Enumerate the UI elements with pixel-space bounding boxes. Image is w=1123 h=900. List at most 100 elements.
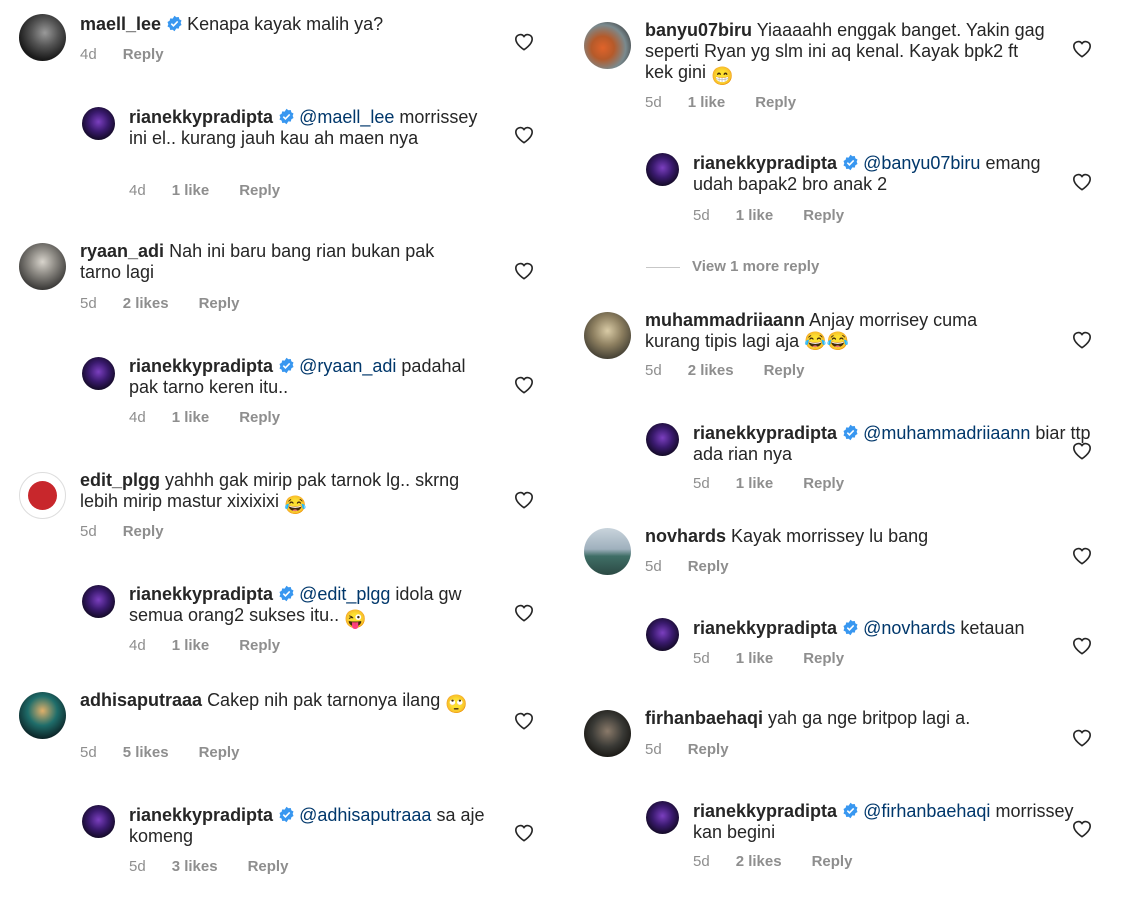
heart-outline-icon[interactable] — [513, 374, 535, 394]
username[interactable]: firhanbaehaqi — [645, 708, 763, 728]
heart-outline-icon[interactable] — [513, 124, 535, 144]
avatar[interactable] — [646, 801, 679, 834]
heart-outline-icon[interactable] — [513, 602, 535, 622]
heart-outline-icon[interactable] — [513, 822, 535, 842]
reply-button[interactable]: Reply — [812, 853, 853, 870]
heart-outline-icon[interactable] — [513, 489, 535, 509]
mention-link[interactable]: @edit_plgg — [299, 584, 390, 604]
mention-link[interactable]: @novhards — [863, 618, 955, 638]
username[interactable]: adhisaputraaa — [80, 690, 202, 710]
likes-count[interactable]: 2 likes — [736, 853, 782, 870]
mention-link[interactable]: @muhammadriiaann — [863, 423, 1030, 443]
likes-count[interactable]: 1 like — [172, 182, 210, 199]
heart-outline-icon[interactable] — [1071, 171, 1093, 191]
timestamp[interactable]: 5d — [80, 295, 97, 312]
avatar[interactable] — [19, 692, 66, 739]
heart-outline-icon[interactable] — [1071, 38, 1093, 58]
username[interactable]: rianekkypradipta — [129, 107, 273, 127]
heart-outline-icon[interactable] — [513, 31, 535, 51]
reply-button[interactable]: Reply — [239, 637, 280, 654]
username[interactable]: rianekkypradipta — [693, 618, 837, 638]
avatar[interactable] — [19, 472, 66, 519]
view-more-replies-button[interactable]: View 1 more reply — [646, 258, 819, 275]
username[interactable]: rianekkypradipta — [129, 584, 273, 604]
heart-outline-icon[interactable] — [1071, 329, 1093, 349]
heart-outline-icon[interactable] — [513, 710, 535, 730]
reply-button[interactable]: Reply — [755, 94, 796, 111]
timestamp[interactable]: 5d — [693, 475, 710, 492]
username[interactable]: novhards — [645, 526, 726, 546]
username[interactable]: muhammadriiaann — [645, 310, 805, 330]
reply-button[interactable]: Reply — [248, 858, 289, 875]
likes-count[interactable]: 1 like — [172, 637, 210, 654]
likes-count[interactable]: 2 likes — [123, 295, 169, 312]
mention-link[interactable]: @banyu07biru — [863, 153, 980, 173]
avatar[interactable] — [584, 710, 631, 757]
username[interactable]: edit_plgg — [80, 470, 160, 490]
reply-button[interactable]: Reply — [239, 409, 280, 426]
mention-link[interactable]: @ryaan_adi — [299, 356, 396, 376]
likes-count[interactable]: 3 likes — [172, 858, 218, 875]
reply-button[interactable]: Reply — [803, 475, 844, 492]
timestamp[interactable]: 4d — [129, 182, 146, 199]
reply-button[interactable]: Reply — [803, 207, 844, 224]
username[interactable]: rianekkypradipta — [693, 423, 837, 443]
username[interactable]: rianekkypradipta — [693, 801, 837, 821]
heart-outline-icon[interactable] — [1071, 727, 1093, 747]
heart-outline-icon[interactable] — [1071, 818, 1093, 838]
avatar[interactable] — [82, 805, 115, 838]
username[interactable]: ryaan_adi — [80, 241, 164, 261]
avatar[interactable] — [584, 528, 631, 575]
timestamp[interactable]: 5d — [645, 558, 662, 575]
timestamp[interactable]: 5d — [645, 362, 662, 379]
heart-outline-icon[interactable] — [1071, 440, 1093, 460]
reply-button[interactable]: Reply — [199, 744, 240, 761]
avatar[interactable] — [19, 243, 66, 290]
reply-button[interactable]: Reply — [123, 46, 164, 63]
likes-count[interactable]: 1 like — [736, 207, 774, 224]
avatar[interactable] — [82, 107, 115, 140]
timestamp[interactable]: 5d — [80, 744, 97, 761]
username[interactable]: maell_lee — [80, 14, 161, 34]
mention-link[interactable]: @adhisaputraaa — [299, 805, 431, 825]
avatar[interactable] — [584, 22, 631, 69]
timestamp[interactable]: 5d — [645, 94, 662, 111]
heart-outline-icon[interactable] — [513, 260, 535, 280]
timestamp[interactable]: 5d — [693, 650, 710, 667]
avatar[interactable] — [646, 618, 679, 651]
username[interactable]: rianekkypradipta — [693, 153, 837, 173]
heart-outline-icon[interactable] — [1071, 635, 1093, 655]
reply-button[interactable]: Reply — [803, 650, 844, 667]
reply-button[interactable]: Reply — [199, 295, 240, 312]
mention-link[interactable]: @firhanbaehaqi — [863, 801, 990, 821]
avatar[interactable] — [82, 357, 115, 390]
likes-count[interactable]: 1 like — [688, 94, 726, 111]
heart-outline-icon[interactable] — [1071, 545, 1093, 565]
timestamp[interactable]: 4d — [129, 409, 146, 426]
likes-count[interactable]: 1 like — [736, 650, 774, 667]
avatar[interactable] — [646, 153, 679, 186]
timestamp[interactable]: 5d — [693, 853, 710, 870]
reply-button[interactable]: Reply — [123, 523, 164, 540]
reply-button[interactable]: Reply — [764, 362, 805, 379]
mention-link[interactable]: @maell_lee — [299, 107, 394, 127]
reply-button[interactable]: Reply — [688, 741, 729, 758]
timestamp[interactable]: 5d — [645, 741, 662, 758]
likes-count[interactable]: 1 like — [736, 475, 774, 492]
avatar[interactable] — [82, 585, 115, 618]
avatar[interactable] — [584, 312, 631, 359]
username[interactable]: banyu07biru — [645, 20, 752, 40]
reply-button[interactable]: Reply — [688, 558, 729, 575]
timestamp[interactable]: 4d — [129, 637, 146, 654]
reply-button[interactable]: Reply — [239, 182, 280, 199]
likes-count[interactable]: 5 likes — [123, 744, 169, 761]
avatar[interactable] — [19, 14, 66, 61]
timestamp[interactable]: 5d — [693, 207, 710, 224]
timestamp[interactable]: 5d — [129, 858, 146, 875]
avatar[interactable] — [646, 423, 679, 456]
likes-count[interactable]: 2 likes — [688, 362, 734, 379]
timestamp[interactable]: 4d — [80, 46, 97, 63]
likes-count[interactable]: 1 like — [172, 409, 210, 426]
timestamp[interactable]: 5d — [80, 523, 97, 540]
username[interactable]: rianekkypradipta — [129, 356, 273, 376]
